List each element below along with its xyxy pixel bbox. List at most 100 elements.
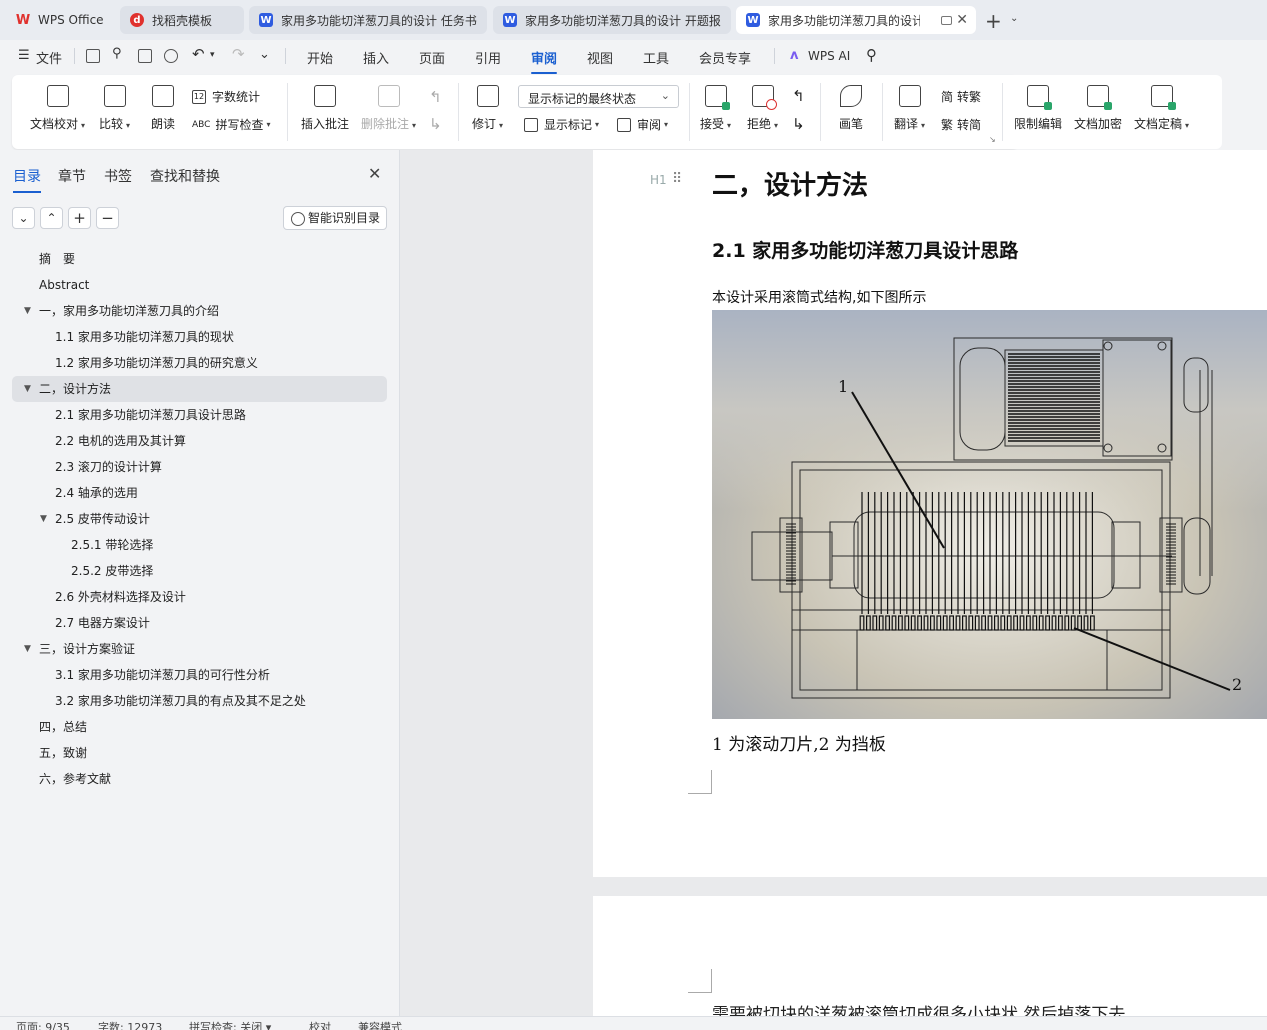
menu-review[interactable]: 审阅 xyxy=(531,48,558,74)
menu-file[interactable]: 文件 xyxy=(36,48,62,67)
reject-button[interactable]: 拒绝 ▾ xyxy=(747,85,778,132)
expand-dialog-icon[interactable]: ↘ xyxy=(989,135,996,144)
menu-page[interactable]: 页面 xyxy=(419,48,445,67)
body-paragraph[interactable]: 本设计采用滚筒式结构,如下图所示 xyxy=(712,287,926,307)
tab-find-replace[interactable]: 查找和替换 xyxy=(150,166,220,186)
body-paragraph[interactable]: 需要被切块的洋葱被滚筒切成很多小块状 然后掉落下去 xyxy=(712,1000,1125,1016)
expand-arrow-icon[interactable]: ▼ xyxy=(24,636,31,662)
toc-item[interactable]: 3.2 家用多功能切洋葱刀具的有点及其不足之处 xyxy=(12,688,387,714)
insert-comment-button[interactable]: 插入批注 xyxy=(301,85,349,132)
toc-item[interactable]: ▼ 一，家用多功能切洋葱刀具的介绍 xyxy=(12,298,387,324)
word-count-button[interactable]: 12 字数统计 xyxy=(192,88,260,105)
toc-item[interactable]: 2.7 电器方案设计 xyxy=(12,610,387,636)
spell-check-indicator[interactable]: 拼写检查: 关闭 ▾ xyxy=(189,1019,271,1030)
previous-change-icon[interactable]: ↰ xyxy=(792,87,805,105)
toc-item[interactable]: 四，总结 xyxy=(12,714,387,740)
toc-item[interactable]: 2.3 滚刀的设计计算 xyxy=(12,454,387,480)
heading-1[interactable]: 二，设计方法 xyxy=(712,165,868,202)
toc-item[interactable]: 1.1 家用多功能切洋葱刀具的现状 xyxy=(12,324,387,350)
hamburger-icon[interactable]: ☰ xyxy=(18,48,30,63)
chevron-down-icon[interactable]: ⌄ xyxy=(259,47,270,62)
compare-button[interactable]: 比较 ▾ xyxy=(99,85,130,132)
smart-toc-button[interactable]: 智能识别目录 xyxy=(283,206,387,230)
monitor-icon[interactable] xyxy=(941,15,952,25)
markup-state-select[interactable]: 显示标记的最终状态 ⌄ xyxy=(518,85,679,108)
menu-tools[interactable]: 工具 xyxy=(643,48,669,67)
toc-item[interactable]: 摘 要 xyxy=(12,246,387,272)
menu-references[interactable]: 引用 xyxy=(475,48,501,67)
menu-insert[interactable]: 插入 xyxy=(363,48,389,67)
tab-wps-office[interactable]: W WPS Office xyxy=(6,6,114,34)
remove-heading-button[interactable]: − xyxy=(96,207,119,229)
to-simplified-button[interactable]: 繁 转简 xyxy=(941,116,981,133)
add-heading-button[interactable]: + xyxy=(68,207,91,229)
next-comment-icon[interactable]: ↳ xyxy=(429,115,442,133)
close-icon[interactable]: ✕ xyxy=(368,164,381,183)
undo-dropdown-icon[interactable]: ▾ xyxy=(210,50,215,60)
toc-item[interactable]: 2.2 电机的选用及其计算 xyxy=(12,428,387,454)
print-icon[interactable] xyxy=(138,49,152,63)
word-count-indicator[interactable]: 字数: 12973 xyxy=(98,1019,162,1030)
toc-item[interactable]: ▼ 二，设计方法 xyxy=(12,376,387,402)
doc-check-button[interactable]: 文档校对 ▾ xyxy=(30,85,85,132)
collapse-all-button[interactable]: ⌃ xyxy=(40,207,63,229)
toc-item[interactable]: 2.4 轴承的选用 xyxy=(12,480,387,506)
page-indicator[interactable]: 页面: 9/35 xyxy=(16,1019,70,1030)
proofread-indicator[interactable]: 校对 xyxy=(309,1019,331,1030)
menu-member[interactable]: 会员专享 xyxy=(699,48,751,67)
expand-arrow-icon[interactable]: ▼ xyxy=(24,298,31,324)
menu-wps-ai[interactable]: WPS AI xyxy=(808,49,850,63)
figure-caption[interactable]: 1 为滚动刀片,2 为挡板 xyxy=(712,730,886,755)
redo-icon[interactable]: ↷ xyxy=(232,45,245,63)
expand-arrow-icon[interactable]: ▼ xyxy=(24,376,31,402)
drag-handle-icon[interactable]: ⠿ xyxy=(672,171,682,187)
toc-item[interactable]: 2.6 外壳材料选择及设计 xyxy=(12,584,387,610)
tab-docer-templates[interactable]: d 找稻壳模板 xyxy=(120,6,244,34)
to-traditional-button[interactable]: 简 转繁 xyxy=(941,88,981,105)
tab-current-document[interactable]: W 家用多功能切洋葱刀具的设计 ✕ xyxy=(736,6,976,34)
new-tab-icon[interactable]: + xyxy=(985,9,1002,33)
close-icon[interactable]: ✕ xyxy=(956,12,968,28)
toc-item[interactable]: 五，致谢 xyxy=(12,740,387,766)
link-icon[interactable]: ⚲ xyxy=(112,46,122,61)
toc-item[interactable]: 2.1 家用多功能切洋葱刀具设计思路 xyxy=(12,402,387,428)
previous-comment-icon[interactable]: ↰ xyxy=(429,88,442,106)
toc-item[interactable]: Abstract xyxy=(12,272,387,298)
accept-button[interactable]: 接受 ▾ xyxy=(700,85,731,132)
read-aloud-button[interactable]: 朗读 xyxy=(151,85,175,132)
toc-item[interactable]: 1.2 家用多功能切洋葱刀具的研究意义 xyxy=(12,350,387,376)
finalize-button[interactable]: 文档定稿 ▾ xyxy=(1134,85,1189,132)
search-icon[interactable]: ⚲ xyxy=(866,46,877,64)
chevron-down-icon[interactable]: ⌄ xyxy=(1010,13,1018,24)
review-pane-button[interactable]: 审阅 ▾ xyxy=(617,116,668,133)
tab-task-document[interactable]: W 家用多功能切洋葱刀具的设计 任务书 xyxy=(249,6,487,34)
menu-start[interactable]: 开始 xyxy=(307,48,333,67)
print-preview-icon[interactable] xyxy=(164,49,178,63)
delete-comment-button[interactable]: 删除批注 ▾ xyxy=(361,85,416,132)
toc-item[interactable]: 3.1 家用多功能切洋葱刀具的可行性分析 xyxy=(12,662,387,688)
pen-button[interactable]: 画笔 xyxy=(839,85,863,132)
tab-proposal-document[interactable]: W 家用多功能切洋葱刀具的设计 开题报 xyxy=(493,6,731,34)
toc-item[interactable]: 2.5.1 带轮选择 xyxy=(12,532,387,558)
heading-2[interactable]: 2.1 家用多功能切洋葱刀具设计思路 xyxy=(712,236,1018,263)
tab-bookmarks[interactable]: 书签 xyxy=(104,166,132,186)
track-changes-button[interactable]: 修订 ▾ xyxy=(472,85,503,132)
next-change-icon[interactable]: ↳ xyxy=(792,115,805,133)
tab-sections[interactable]: 章节 xyxy=(58,166,86,186)
encrypt-button[interactable]: 文档加密 xyxy=(1074,85,1122,132)
tab-toc[interactable]: 目录 xyxy=(13,166,41,193)
restrict-edit-button[interactable]: 限制编辑 xyxy=(1014,85,1062,132)
show-markup-button[interactable]: 显示标记 ▾ xyxy=(524,116,599,133)
save-icon[interactable] xyxy=(86,49,100,63)
menu-view[interactable]: 视图 xyxy=(587,48,613,67)
toc-item[interactable]: ▼ 2.5 皮带传动设计 xyxy=(12,506,387,532)
machine-figure[interactable]: 1 2 xyxy=(712,310,1267,719)
toc-item[interactable]: 2.5.2 皮带选择 xyxy=(12,558,387,584)
toc-item[interactable]: 六，参考文献 xyxy=(12,766,387,792)
expand-all-button[interactable]: ⌄ xyxy=(12,207,35,229)
undo-icon[interactable]: ↶ xyxy=(192,45,205,63)
expand-arrow-icon[interactable]: ▼ xyxy=(40,506,47,532)
toc-item[interactable]: ▼ 三，设计方案验证 xyxy=(12,636,387,662)
translate-button[interactable]: 翻译 ▾ xyxy=(894,85,925,132)
spell-check-button[interactable]: ABC 拼写检查 ▾ xyxy=(192,116,271,133)
